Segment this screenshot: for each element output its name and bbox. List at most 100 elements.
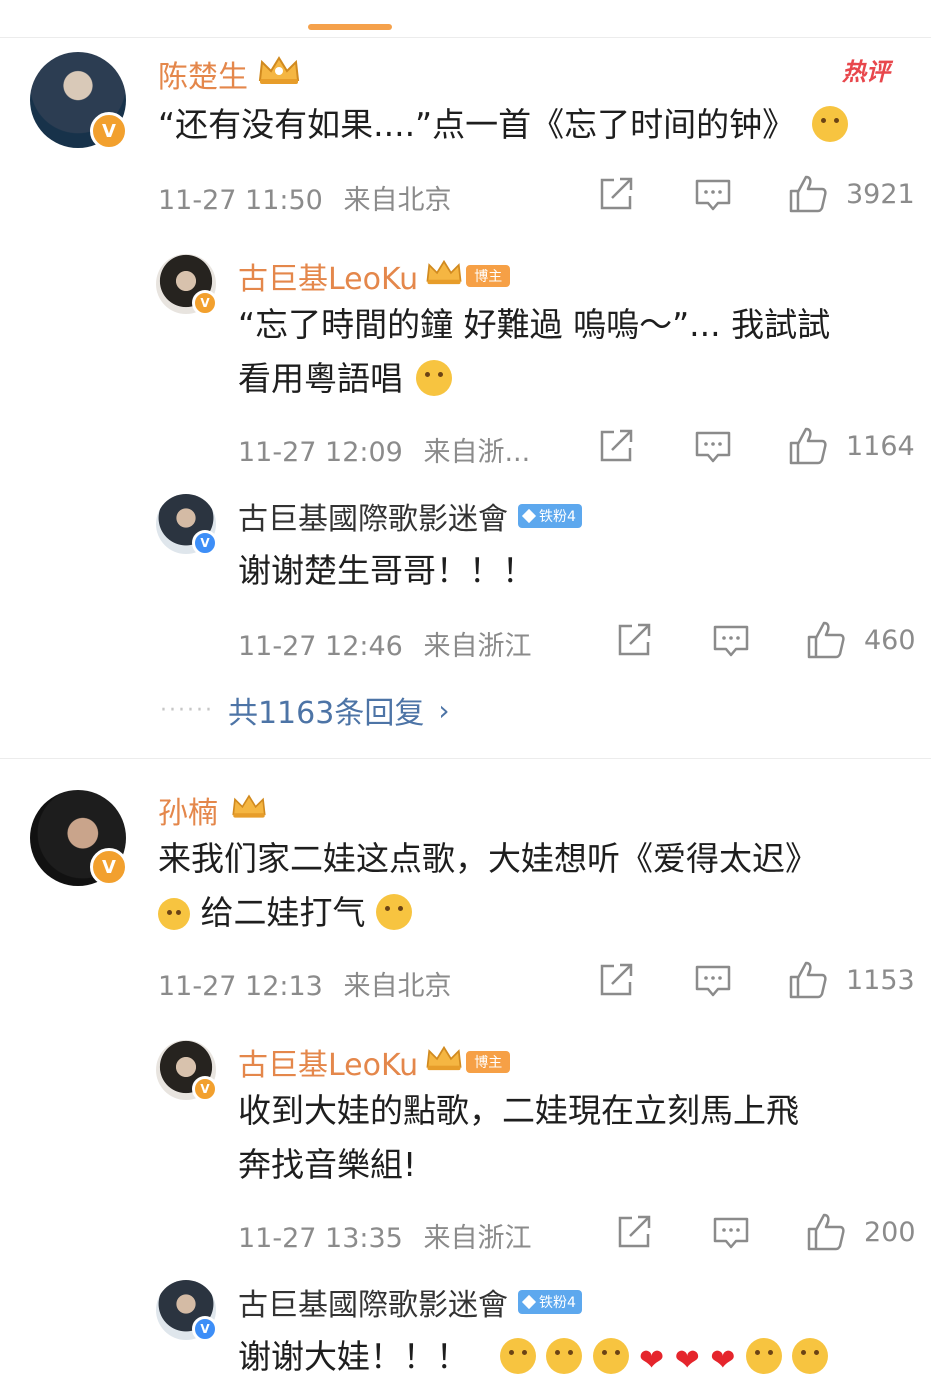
hug-emoji-icon — [592, 1338, 629, 1374]
reply-timestamp: 11-27 12:46 来自浙江 — [238, 624, 531, 663]
verified-badge-icon: V — [90, 848, 128, 886]
like-button[interactable]: 3921 — [788, 174, 915, 214]
location-text: 来自浙江 — [423, 631, 532, 662]
avatar[interactable]: V — [156, 1280, 218, 1342]
author-name-text[interactable]: 古巨基LeoKu — [238, 1040, 418, 1084]
author-name-text[interactable]: 孙楠 — [158, 788, 218, 832]
comment-divider — [0, 758, 931, 759]
crown-icon — [256, 54, 302, 94]
fan-level-text: 铁粉4 — [539, 1295, 576, 1311]
share-icon — [618, 1215, 651, 1248]
time-text: 11-27 12:13 — [158, 971, 323, 1002]
reply-author-name[interactable]: 古巨基LeoKu 博主 — [238, 254, 511, 298]
share-icon — [600, 429, 633, 462]
reply-text-content: 谢谢大娃！！！ — [238, 1337, 469, 1376]
share-button[interactable] — [616, 1214, 654, 1250]
crown-icon — [424, 258, 464, 294]
heart-icon: ❤ — [639, 1343, 665, 1378]
comment-text-content: 给二娃打气 — [200, 893, 366, 932]
love-eyes-emoji-icon — [792, 1338, 829, 1374]
comment-timestamp: 11-27 12:13 来自北京 — [158, 964, 451, 1003]
diamond-icon — [521, 1294, 537, 1310]
location-text: 来自北京 — [343, 185, 452, 216]
love-eyes-emoji-icon — [745, 1338, 782, 1374]
thumbs-up-icon — [789, 175, 827, 213]
reply-text-line: 谢谢大娃！！！ ❤ ❤ ❤ — [238, 1330, 829, 1388]
fan-level-text: 铁粉4 — [539, 509, 576, 525]
crown-icon — [424, 1044, 464, 1080]
share-button[interactable] — [598, 176, 636, 212]
share-button[interactable] — [598, 962, 636, 998]
like-count: 1153 — [846, 964, 915, 996]
thumbs-up-icon — [789, 961, 827, 999]
comment-author-name[interactable]: 孙楠 — [158, 788, 268, 832]
share-icon — [600, 177, 633, 210]
comment-text: “还有没有如果....”点一首《忘了时间的钟》 — [158, 98, 848, 152]
like-count: 460 — [864, 624, 916, 656]
reply-text-content: 收到大娃的點歌，二娃現在立刻馬上飛 — [238, 1091, 799, 1130]
reply-text-content: 奔找音樂組! — [238, 1145, 417, 1184]
time-text: 11-27 13:35 — [238, 1223, 403, 1254]
reply-button[interactable] — [712, 624, 750, 658]
verified-badge-icon: V — [90, 112, 128, 150]
avatar[interactable]: V — [30, 52, 128, 150]
view-more-replies-link[interactable]: ······ 共1163条回复 › — [160, 688, 450, 732]
comment-icon — [695, 179, 731, 211]
share-button[interactable] — [598, 428, 636, 464]
hot-comment-badge: 热评 — [842, 58, 890, 86]
reply-button[interactable] — [694, 964, 732, 998]
crown-icon — [230, 791, 268, 829]
time-text: 11-27 12:46 — [238, 631, 403, 662]
thumbs-up-icon — [807, 1213, 845, 1251]
share-icon — [600, 963, 633, 996]
reply-author-name[interactable]: 古巨基國際歌影迷會 铁粉4 — [238, 494, 582, 538]
like-button[interactable]: 1153 — [788, 960, 915, 1000]
fan-level-badge: 铁粉4 — [518, 504, 582, 528]
author-name-text[interactable]: 陈楚生 — [158, 52, 248, 96]
heart-icon: ❤ — [674, 1343, 700, 1378]
share-button[interactable] — [616, 622, 654, 658]
reply-text-content: 看用粵語唱 — [238, 359, 403, 398]
heart-icon: ❤ — [710, 1343, 736, 1378]
chevron-right-icon: › — [438, 693, 450, 727]
author-name-text[interactable]: 古巨基LeoKu — [238, 254, 418, 298]
comment-icon — [713, 625, 749, 657]
location-text: 来自浙... — [423, 437, 531, 468]
dots-separator: ······ — [160, 697, 214, 723]
reply-button[interactable] — [694, 178, 732, 212]
location-text: 来自浙江 — [423, 1223, 532, 1254]
location-text: 来自北京 — [343, 971, 452, 1002]
more-replies-text[interactable]: 共1163条回复 — [228, 688, 424, 732]
comment-text-content: “还有没有如果....”点一首《忘了时间的钟》 — [158, 105, 796, 144]
avatar[interactable]: V — [30, 790, 128, 886]
reply-text-line: 看用粵語唱 — [238, 352, 452, 406]
author-badge: 博主 — [466, 265, 511, 287]
raise-hand-emoji-icon — [811, 106, 848, 142]
author-name-text[interactable]: 古巨基國際歌影迷會 — [238, 1280, 508, 1324]
reply-text-content: “忘了時間的鐘 好難過 嗚嗚～”... 我試試 — [238, 305, 831, 344]
author-name-text[interactable]: 古巨基國際歌影迷會 — [238, 494, 508, 538]
reply-author-name[interactable]: 古巨基LeoKu 博主 — [238, 1040, 511, 1084]
reply-text-line: 谢谢楚生哥哥！！！ — [238, 544, 535, 598]
time-text: 11-27 11:50 — [158, 185, 323, 216]
verified-badge-icon: V — [192, 1076, 218, 1102]
avatar[interactable]: V — [156, 1040, 218, 1102]
reply-author-name[interactable]: 古巨基國際歌影迷會 铁粉4 — [238, 1280, 582, 1324]
hug-emoji-icon — [499, 1338, 536, 1374]
reply-button[interactable] — [712, 1216, 750, 1250]
reply-button[interactable] — [694, 430, 732, 464]
top-tab-bar — [0, 0, 931, 38]
avatar[interactable]: V — [156, 494, 218, 556]
cheer-emoji-icon — [376, 894, 412, 930]
comment-author-name[interactable]: 陈楚生 — [158, 52, 302, 96]
like-button[interactable]: 200 — [806, 1212, 916, 1252]
avatar[interactable]: V — [156, 254, 218, 316]
comment-icon — [695, 431, 731, 463]
comment-timestamp: 11-27 11:50 来自北京 — [158, 178, 451, 217]
share-icon — [618, 623, 651, 656]
reply-text-line: 收到大娃的點歌，二娃現在立刻馬上飛 — [238, 1084, 799, 1138]
like-button[interactable]: 460 — [806, 620, 916, 660]
comment-text-line: 给二娃打气 — [158, 886, 412, 940]
like-button[interactable]: 1164 — [788, 426, 915, 466]
verified-badge-icon: V — [192, 1316, 218, 1342]
